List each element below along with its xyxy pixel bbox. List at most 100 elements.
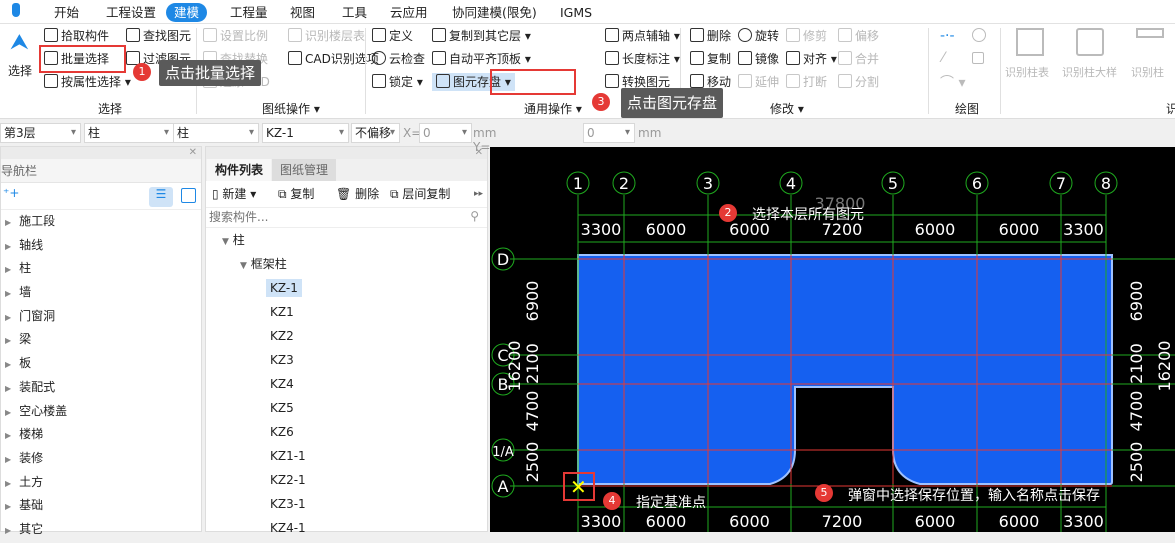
select-by-attr-button[interactable]: 按属性选择 ▾ [44, 73, 131, 91]
floor-select[interactable]: 第3层 [0, 123, 81, 143]
rotate-button[interactable]: 旋转 [738, 27, 779, 45]
copy-button[interactable]: 复制 [690, 50, 731, 68]
tab-view[interactable]: 视图 [282, 3, 323, 22]
offset-button[interactable]: 偏移 [838, 27, 879, 45]
nav-item[interactable]: ▶ 板 [1, 352, 201, 376]
component-item[interactable]: KZ2-1 [206, 468, 487, 492]
nav-item[interactable]: ▶ 墙 [1, 281, 201, 305]
align-button[interactable]: 对齐 ▾ [786, 50, 837, 68]
x-input[interactable]: 0 [419, 123, 472, 143]
nav-title: 导航栏 [1, 159, 201, 183]
recognize-floor-table-button[interactable]: 识别楼层表 [288, 27, 365, 45]
axis-label-x: 8 [1101, 174, 1111, 193]
nav-item[interactable]: ▶ 装配式 [1, 376, 201, 400]
group-label-draw: 绘图 [955, 102, 980, 116]
floor-copy-button[interactable]: ⧉ 层间复制 [390, 181, 450, 208]
component-item[interactable]: KZ1 [206, 300, 487, 324]
delete-button[interactable]: 删除 [690, 27, 731, 45]
recognize-col-detail-button[interactable]: 识别柱大样 [1062, 64, 1117, 82]
extend-button[interactable]: 延伸 [738, 73, 779, 91]
tree-node-frame-column[interactable]: ▼ 框架柱 [206, 252, 487, 276]
lock-button[interactable]: 锁定 ▾ [372, 73, 423, 91]
nav-close-icon[interactable]: ✕ [1, 147, 201, 159]
component-item[interactable]: KZ4-1 [206, 516, 487, 540]
nav-item[interactable]: ▶ 基础 [1, 494, 201, 518]
component-item[interactable]: KZ1-1 [206, 444, 487, 468]
cad-canvas[interactable]: 1 2 3 4 5 6 7 8 D C B 1/A A 37800 3300 3300 6000 6000 600… [490, 147, 1175, 532]
trim-button[interactable]: 修剪 [786, 27, 827, 45]
auto-align-top-button[interactable]: 自动平齐顶板 ▾ [432, 50, 531, 68]
copy-component-button[interactable]: ⧉ 复制 [278, 181, 314, 208]
offset-select[interactable]: 不偏移 [351, 123, 400, 143]
line-draw-icon[interactable]: ⁄ [942, 50, 944, 66]
pick-component-button[interactable]: 拾取构件 [44, 27, 109, 45]
tab-start[interactable]: 开始 [46, 3, 87, 22]
arc-draw-icon[interactable]: ⌒ ▾ [940, 72, 965, 92]
recognize-col-button[interactable]: 识别柱 [1131, 64, 1164, 82]
point-draw-icon[interactable]: -·- [940, 28, 955, 44]
select-arrow-icon[interactable]: ⮝ [10, 30, 29, 55]
recognize-col-table-icon [1016, 28, 1044, 56]
axis-label-x: 1 [573, 174, 583, 193]
tab-collab[interactable]: 协同建模(限免) [444, 3, 545, 22]
y-input[interactable]: 0 [583, 123, 635, 143]
new-button[interactable]: ▯ 新建 ▾ [212, 181, 256, 208]
search-component-input[interactable] [206, 208, 456, 226]
component-item[interactable]: KZ3 [206, 348, 487, 372]
merge-button[interactable]: 合并 [838, 50, 879, 68]
tab-igms[interactable]: IGMS [552, 3, 600, 22]
nav-item[interactable]: ▶ 装修 [1, 447, 201, 471]
nav-item[interactable]: ▶ 楼梯 [1, 423, 201, 447]
category-select[interactable]: 柱 [84, 123, 174, 143]
tab-drawing-management[interactable]: 图纸管理 [272, 159, 336, 181]
component-close-icon[interactable]: ✕ [206, 147, 487, 159]
nav-item[interactable]: ▶ 门窗洞 [1, 305, 201, 329]
nav-item[interactable]: ▶ 土方 [1, 471, 201, 495]
detail-view-icon[interactable] [181, 188, 196, 203]
nav-item[interactable]: ▶ 施工段 [1, 210, 201, 234]
length-dim-button[interactable]: 长度标注 ▾ [605, 50, 680, 68]
nav-item[interactable]: ▶ 轴线 [1, 234, 201, 258]
list-view-icon[interactable]: ☰ [149, 187, 173, 207]
highlight-save-element [490, 69, 576, 95]
two-point-axis-button[interactable]: 两点辅轴 ▾ [605, 27, 680, 45]
delete-component-button[interactable]: 🗑 删除 [336, 181, 379, 208]
split-button[interactable]: 分割 [838, 73, 879, 91]
component-item[interactable]: KZ2 [206, 324, 487, 348]
tab-project-settings[interactable]: 工程设置 [98, 3, 164, 22]
rect-draw-icon[interactable] [972, 52, 984, 64]
nav-item[interactable]: ▶ 其它 [1, 518, 201, 542]
tab-modeling[interactable]: 建模 [166, 3, 208, 22]
mirror-icon [738, 51, 752, 65]
define-icon [372, 28, 386, 42]
component-item[interactable]: KZ3-1 [206, 492, 487, 516]
find-element-button[interactable]: 查找图元 [126, 27, 191, 45]
add-icon[interactable]: ⁺+ [3, 186, 19, 200]
nav-item[interactable]: ▶ 空心楼盖 [1, 400, 201, 424]
break-button[interactable]: 打断 [786, 73, 827, 91]
mirror-button[interactable]: 镜像 [738, 50, 779, 68]
component-item[interactable]: KZ6 [206, 420, 487, 444]
convert-icon [605, 74, 619, 88]
nav-list: ▶ 施工段 ▶ 轴线 ▶ 柱 ▶ 墙 ▶ 门窗洞 ▶ 梁 ▶ 板 ▶ 装配式 ▶ 空心楼盖 ▶ 楼梯 ▶ 装修 ▶ 土方 ▶ 基础… [1, 210, 201, 542]
tab-component-list[interactable]: 构件列表 [207, 159, 271, 181]
recognize-col-table-button[interactable]: 识别柱表 [1005, 64, 1049, 82]
circle-draw-icon[interactable] [972, 28, 986, 42]
tree-node-column[interactable]: ▼ 柱 [206, 228, 487, 252]
set-scale-button[interactable]: 设置比例 [203, 27, 268, 45]
tab-quantity[interactable]: 工程量 [222, 3, 276, 22]
type-select[interactable]: 柱 [173, 123, 259, 143]
copy-to-other-floor-button[interactable]: 复制到其它层 ▾ [432, 27, 531, 45]
cloud-check-button[interactable]: 云检查 [372, 50, 425, 68]
component-item[interactable]: KZ5 [206, 396, 487, 420]
nav-item[interactable]: ▶ 梁 [1, 328, 201, 352]
more-icon[interactable]: ▸▸ [474, 181, 483, 208]
tab-cloud[interactable]: 云应用 [382, 3, 436, 22]
component-item[interactable]: KZ-1 [206, 276, 487, 300]
define-button[interactable]: 定义 [372, 27, 413, 45]
component-select[interactable]: KZ-1 [262, 123, 349, 143]
select-button[interactable]: 选择 [8, 62, 32, 80]
nav-item[interactable]: ▶ 柱 [1, 257, 201, 281]
component-item[interactable]: KZ4 [206, 372, 487, 396]
tab-tools[interactable]: 工具 [334, 3, 375, 22]
